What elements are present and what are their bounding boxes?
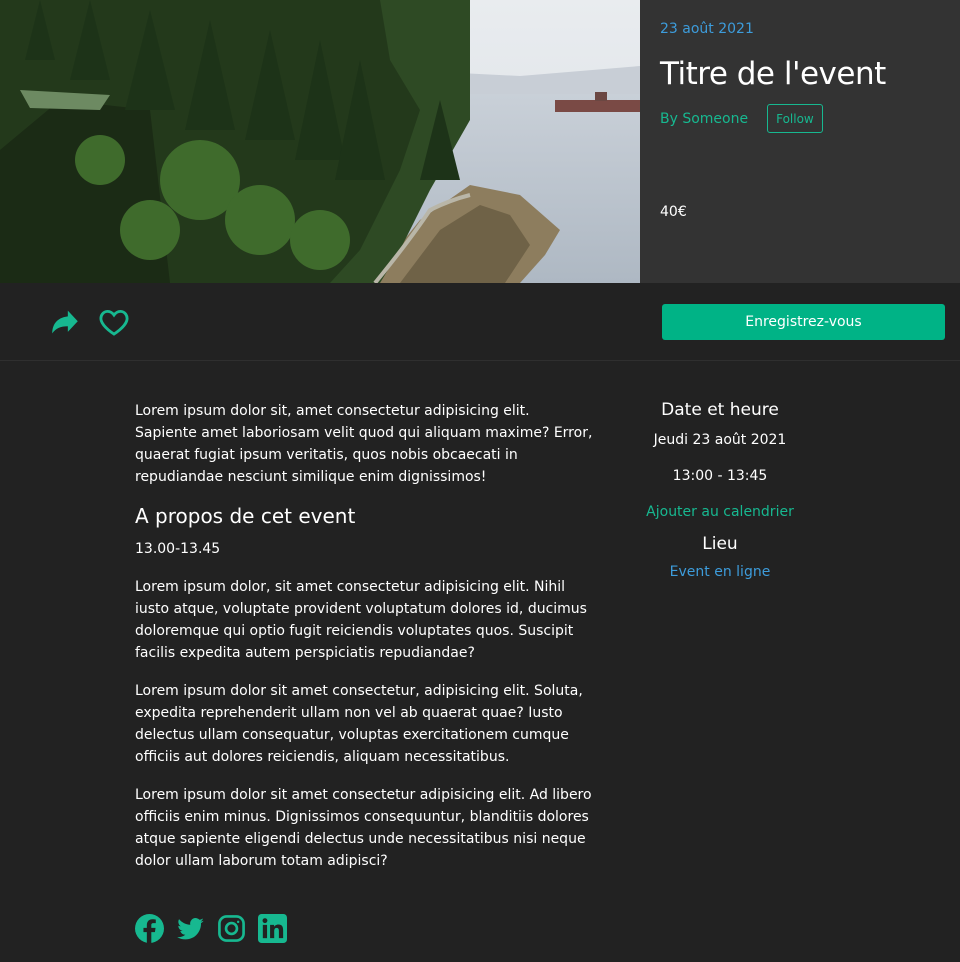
event-date: 23 août 2021 bbox=[660, 21, 754, 37]
event-description: Lorem ipsum dolor sit, amet consectetur … bbox=[135, 400, 595, 888]
about-time: 13.00-13.45 bbox=[135, 541, 221, 557]
organizer-name[interactable]: By Someone bbox=[660, 111, 748, 127]
follow-button[interactable]: Follow bbox=[767, 104, 823, 133]
event-title: Titre de l'event bbox=[660, 56, 886, 92]
intro-paragraph: Lorem ipsum dolor sit, amet consectetur … bbox=[135, 403, 593, 485]
event-day: Jeudi 23 août 2021 bbox=[653, 432, 787, 448]
event-sidebar: Date et heure Jeudi 23 août 2021 13:00 -… bbox=[600, 400, 840, 580]
event-hours: 13:00 - 13:45 bbox=[672, 468, 768, 484]
add-to-calendar-link[interactable]: Ajouter au calendrier bbox=[600, 504, 840, 520]
date-time-heading: Date et heure bbox=[661, 400, 779, 420]
event-info-panel: 23 août 2021 Titre de l'event By Someone… bbox=[640, 0, 960, 283]
share-icon[interactable] bbox=[48, 305, 82, 339]
event-price: 40€ bbox=[660, 204, 687, 220]
location-heading: Lieu bbox=[702, 534, 738, 554]
description-paragraph: Lorem ipsum dolor sit amet consectetur, … bbox=[135, 683, 583, 765]
landscape-image bbox=[0, 0, 640, 283]
action-bar: Enregistrez-vous bbox=[0, 283, 960, 361]
organizer-byline: By Someone Follow bbox=[660, 104, 823, 133]
event-cover-image bbox=[0, 0, 640, 283]
linkedin-icon[interactable] bbox=[258, 914, 287, 943]
heart-icon[interactable] bbox=[97, 305, 131, 339]
event-hero: 23 août 2021 Titre de l'event By Someone… bbox=[0, 0, 960, 283]
instagram-icon[interactable] bbox=[217, 914, 246, 943]
about-heading: A propos de cet event bbox=[135, 504, 356, 528]
description-paragraph: Lorem ipsum dolor, sit amet consectetur … bbox=[135, 579, 587, 661]
twitter-icon[interactable] bbox=[176, 914, 205, 943]
facebook-icon[interactable] bbox=[135, 914, 164, 943]
register-button[interactable]: Enregistrez-vous bbox=[662, 304, 945, 340]
location-link[interactable]: Event en ligne bbox=[600, 564, 840, 580]
description-paragraph: Lorem ipsum dolor sit amet consectetur a… bbox=[135, 787, 592, 869]
social-links bbox=[135, 914, 287, 943]
